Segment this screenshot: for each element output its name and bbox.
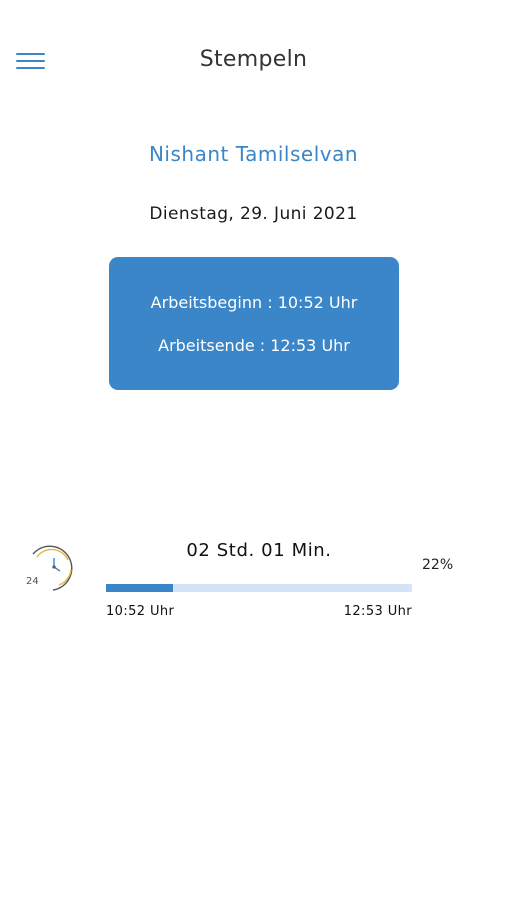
current-date: Dienstag, 29. Juni 2021 [149, 204, 358, 224]
clock-24h-text: 24 [26, 576, 39, 587]
progress-start-time: 10:52 Uhr [106, 604, 175, 619]
page-title: Stempeln [199, 47, 308, 72]
work-end-label: Arbeitsende : 12:53 Uhr [158, 336, 350, 355]
user-name: Nishant Tamilselvan [148, 142, 359, 166]
progress-bar [106, 584, 412, 592]
worked-duration: 02 Std. 01 Min. [186, 540, 332, 561]
progress-percent: 22% [422, 557, 454, 573]
progress-bar-fill [106, 584, 174, 592]
clock-24h-icon: 24 [23, 540, 78, 595]
work-time-card: Arbeitsbeginn : 10:52 Uhr Arbeitsende : … [109, 257, 399, 390]
work-start-label: Arbeitsbeginn : 10:52 Uhr [150, 293, 358, 312]
progress-end-time: 12:53 Uhr [343, 604, 412, 619]
